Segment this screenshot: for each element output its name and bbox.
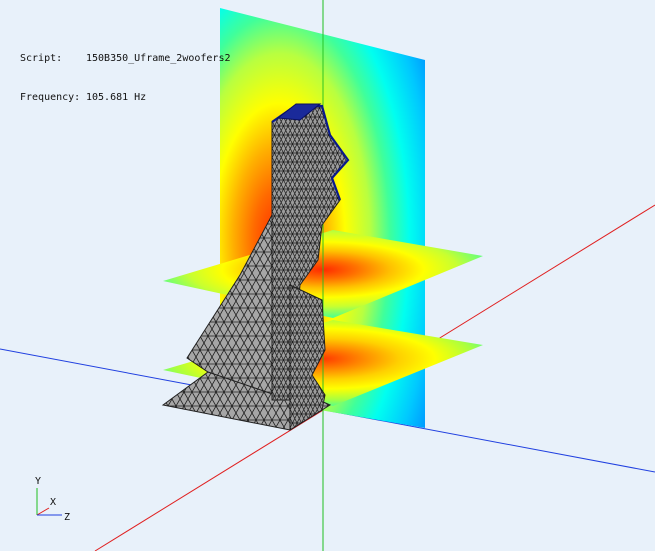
triad-y-label: Y — [35, 476, 41, 487]
triad-x-label: X — [50, 497, 56, 508]
script-row: Script: 150B350_Uframe_2woofers2 — [20, 52, 231, 65]
axis-triad: Y X Z — [35, 476, 70, 523]
script-value: 150B350_Uframe_2woofers2 — [86, 53, 231, 64]
frequency-row: Frequency: 105.681 Hz — [20, 91, 231, 104]
3d-viewport[interactable]: Y X Z Script: 150B350_Uframe_2woofers2 Fr… — [0, 0, 655, 551]
cabinet-side-mesh — [289, 284, 326, 431]
triad-z-label: Z — [64, 512, 70, 523]
frequency-value: 105.681 Hz — [86, 92, 147, 103]
info-overlay: Script: 150B350_Uframe_2woofers2 Frequenc… — [20, 26, 231, 130]
script-label: Script: — [20, 53, 63, 64]
frequency-label: Frequency: — [20, 92, 81, 103]
